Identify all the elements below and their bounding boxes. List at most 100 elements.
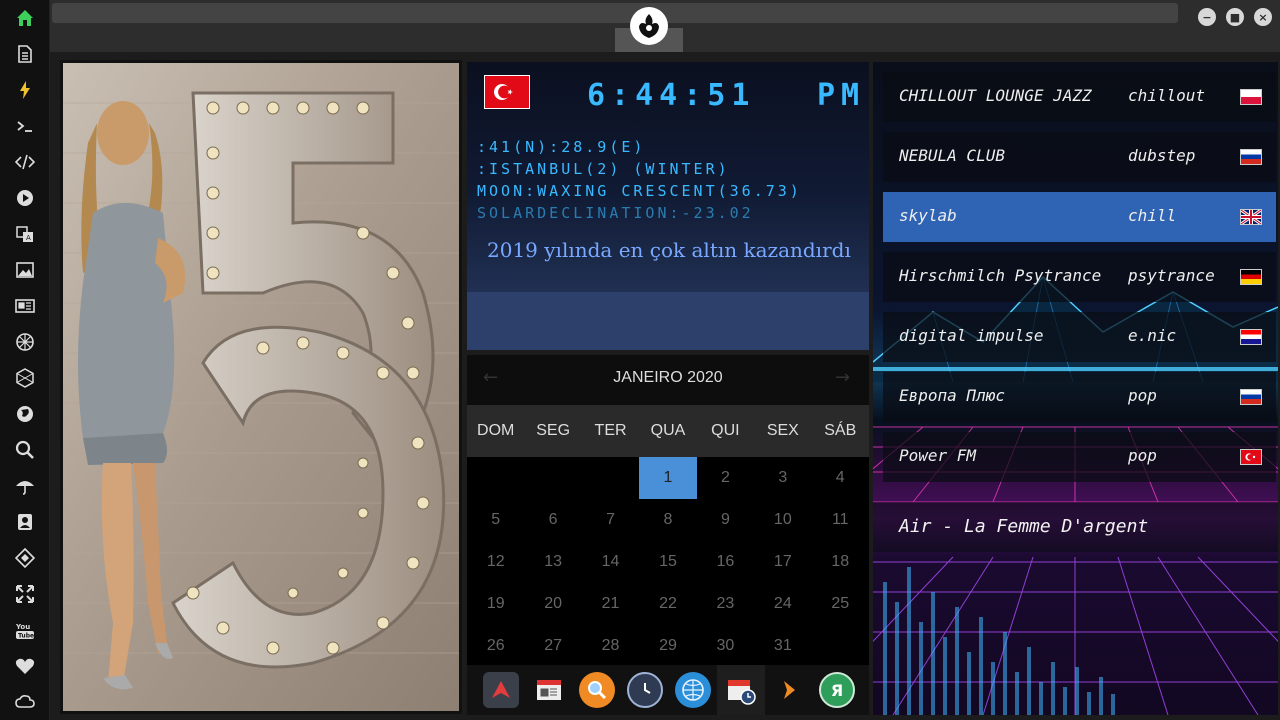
calendar-clock-icon[interactable] xyxy=(717,665,765,715)
calendar-day[interactable]: 10 xyxy=(754,499,811,541)
sidebar: A You Tube xyxy=(0,0,50,720)
solar-declination-text: SOLARDECLINATION:-23.02 xyxy=(477,204,754,222)
rebel-alliance-logo-icon[interactable] xyxy=(630,7,668,45)
calendar-day[interactable]: 15 xyxy=(639,541,696,583)
now-playing-title: Air - La Femme D'argent xyxy=(899,516,1149,537)
calendar-day[interactable]: 31 xyxy=(754,625,811,667)
calendar-day[interactable]: 19 xyxy=(467,583,524,625)
station-name: Hirschmilch Psytrance xyxy=(899,266,1102,285)
station-item[interactable]: Hirschmilch Psytrance psytrance xyxy=(883,252,1276,302)
station-name: CHILLOUT LOUNGE JAZZ xyxy=(899,86,1092,105)
cloud-icon[interactable] xyxy=(13,690,37,714)
station-genre: psytrance xyxy=(1128,266,1215,285)
aperture-icon[interactable] xyxy=(13,330,37,354)
fullscreen-icon[interactable] xyxy=(13,582,37,606)
umbrella-icon[interactable] xyxy=(13,474,37,498)
tag-icon[interactable] xyxy=(13,546,37,570)
svg-text:Tube: Tube xyxy=(18,633,34,640)
globe-icon[interactable] xyxy=(13,402,37,426)
desktop: A You Tube − ■ × 6:44:51 PM:41(N):28.9(… xyxy=(0,0,1280,720)
hexagon-icon[interactable] xyxy=(13,366,37,390)
calendar-day[interactable]: 21 xyxy=(582,583,639,625)
image-icon[interactable] xyxy=(13,258,37,282)
location-text: :ISTANBUL(2) (WINTER) xyxy=(477,160,730,178)
calendar-day[interactable]: 27 xyxy=(524,625,581,667)
heart-icon[interactable] xyxy=(13,654,37,678)
translate-icon[interactable]: A xyxy=(13,222,37,246)
germany-flag-icon xyxy=(1240,269,1262,285)
news-headline[interactable]: 2019 yılında en çok altın kazandırdı xyxy=(487,238,851,262)
calendar-day[interactable]: 26 xyxy=(467,625,524,667)
calendar-day[interactable] xyxy=(467,457,524,499)
station-item-active[interactable]: skylab chill xyxy=(883,192,1276,242)
day-name: QUA xyxy=(650,422,686,439)
calendar-day[interactable]: 6 xyxy=(524,499,581,541)
calendar-day[interactable]: 20 xyxy=(524,583,581,625)
calendar-day[interactable] xyxy=(524,457,581,499)
calendar-day[interactable] xyxy=(582,457,639,499)
station-item[interactable]: CHILLOUT LOUNGE JAZZ chillout xyxy=(883,72,1276,122)
code-icon[interactable] xyxy=(13,150,37,174)
station-name: Европа Плюс xyxy=(899,386,1005,405)
station-item[interactable]: Power FM pop xyxy=(883,432,1276,482)
home-icon[interactable] xyxy=(13,6,37,30)
lightning-icon[interactable] xyxy=(13,78,37,102)
calendar-day[interactable]: 5 xyxy=(467,499,524,541)
station-genre: pop xyxy=(1128,386,1157,405)
station-genre: dubstep xyxy=(1128,146,1196,165)
poland-flag-icon xyxy=(1240,89,1262,105)
svg-text:You: You xyxy=(15,623,30,631)
play-icon[interactable] xyxy=(13,186,37,210)
calendar-day[interactable]: 11 xyxy=(812,499,869,541)
close-button[interactable]: × xyxy=(1254,8,1272,26)
next-month-button[interactable]: → xyxy=(835,367,850,388)
calendar-day[interactable]: 30 xyxy=(697,625,754,667)
address-bar[interactable] xyxy=(52,3,1178,23)
station-genre: chillout xyxy=(1128,86,1206,105)
calendar-day[interactable]: 9 xyxy=(697,499,754,541)
calendar-day[interactable]: 17 xyxy=(754,541,811,583)
clock-icon[interactable] xyxy=(627,672,663,708)
minimize-button[interactable]: − xyxy=(1198,8,1216,26)
news-icon[interactable] xyxy=(13,294,37,318)
calendar-day[interactable]: 16 xyxy=(697,541,754,583)
contact-icon[interactable] xyxy=(13,510,37,534)
calendar-day[interactable]: 22 xyxy=(639,583,696,625)
calendar-day[interactable]: 7 xyxy=(582,499,639,541)
document-icon[interactable] xyxy=(13,42,37,66)
station-item[interactable]: Европа Плюс pop xyxy=(883,372,1276,422)
calendar-day[interactable]: 12 xyxy=(467,541,524,583)
moon-phase-text: MOON:WAXING CRESCENT(36.73) xyxy=(477,182,802,200)
youtube-icon[interactable]: You Tube xyxy=(13,618,37,642)
calendar-day[interactable]: 4 xyxy=(812,457,869,499)
station-item[interactable]: NEBULA CLUB dubstep xyxy=(883,132,1276,182)
calendar-day[interactable]: 24 xyxy=(754,583,811,625)
calendar-grid: 1 2 3 4 5 6 7 8 9 10 11 12 13 14 15 16 1… xyxy=(467,457,869,667)
calendar-day[interactable] xyxy=(812,625,869,667)
calendar-day[interactable]: 13 xyxy=(524,541,581,583)
search-icon[interactable] xyxy=(13,438,37,462)
yandex-icon[interactable]: Я xyxy=(819,672,855,708)
arrow-app-icon[interactable] xyxy=(483,672,519,708)
magnifier-icon[interactable] xyxy=(579,672,615,708)
calendar-day[interactable]: 14 xyxy=(582,541,639,583)
chevron-icon[interactable] xyxy=(771,672,807,708)
globe-icon[interactable] xyxy=(675,672,711,708)
turkey-flag-icon xyxy=(484,75,530,109)
calendar-day[interactable]: 28 xyxy=(582,625,639,667)
calendar-day[interactable]: 23 xyxy=(697,583,754,625)
calendar-day-today[interactable]: 1 xyxy=(639,457,697,499)
calendar-news-icon[interactable] xyxy=(531,672,567,708)
maximize-button[interactable]: ■ xyxy=(1226,8,1244,26)
calendar-day[interactable]: 3 xyxy=(754,457,811,499)
calendar-day[interactable]: 18 xyxy=(812,541,869,583)
terminal-icon[interactable] xyxy=(13,114,37,138)
calendar-day[interactable]: 2 xyxy=(697,457,754,499)
svg-text:A: A xyxy=(26,234,31,242)
station-name: digital impulse xyxy=(899,326,1044,345)
station-item[interactable]: digital impulse e.nic xyxy=(883,312,1276,362)
radio-widget: CHILLOUT LOUNGE JAZZ chillout NEBULA CLU… xyxy=(873,62,1278,715)
calendar-day[interactable]: 25 xyxy=(812,583,869,625)
calendar-day[interactable]: 29 xyxy=(639,625,696,667)
calendar-day[interactable]: 8 xyxy=(639,499,696,541)
